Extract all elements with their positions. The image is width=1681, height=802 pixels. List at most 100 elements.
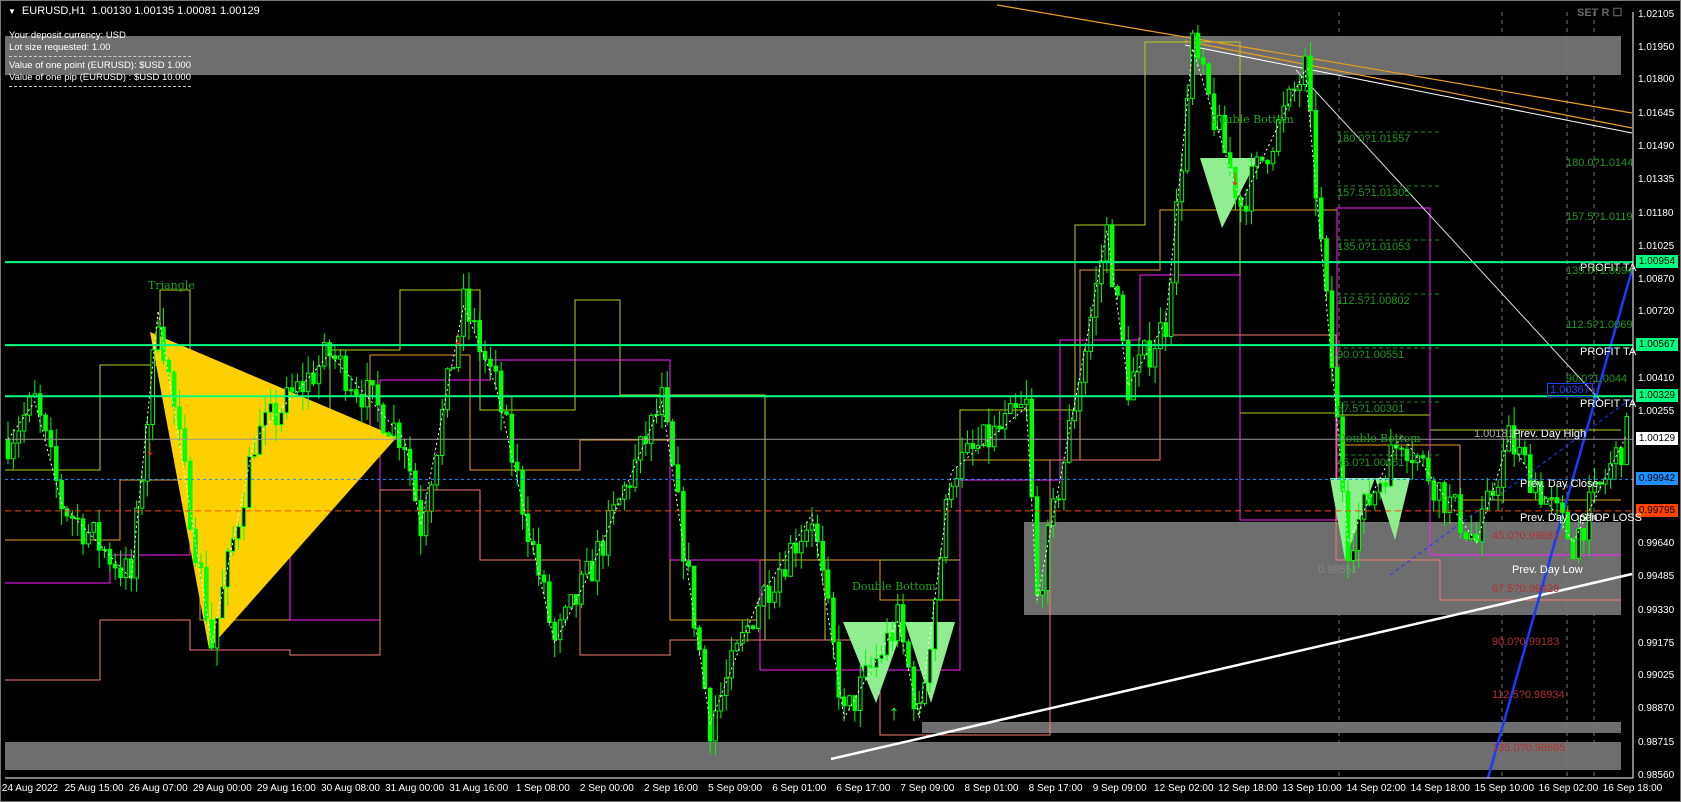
price-tick-label: 1.01335 — [1638, 174, 1675, 186]
time-tick-label: 14 Sep 18:00 — [1410, 783, 1470, 794]
prev-day-close-label: Prev. Day Close — [1520, 478, 1599, 490]
candle-body — [204, 566, 209, 621]
candle-body — [627, 485, 633, 488]
candle-body — [139, 480, 145, 509]
candle-body — [1206, 63, 1211, 95]
fib-level-label: 45.0?0.99681 — [1492, 530, 1560, 542]
time-tick-label: 5 Sep 09:00 — [708, 783, 763, 794]
candle-body — [1463, 531, 1469, 540]
candle-body — [305, 372, 311, 393]
candle-body — [1436, 482, 1442, 501]
candle-body — [1479, 508, 1485, 543]
sell-arrow-icon: ↓ — [1230, 165, 1241, 190]
price-tick-label: 1.00720 — [1638, 306, 1675, 318]
candle-body — [257, 425, 263, 455]
dropdown-triangle-icon[interactable]: ▼ — [8, 7, 16, 16]
price-marker-label: 1.00129 — [1636, 432, 1678, 446]
candle-body — [740, 632, 745, 644]
candle-body — [1410, 459, 1415, 464]
profit-target-label: PROFIT TA — [1580, 398, 1637, 410]
candle-body — [332, 355, 338, 360]
time-tick-label: 29 Aug 16:00 — [256, 783, 316, 794]
price-tick-label: 1.01025 — [1638, 240, 1675, 252]
time-tick-label: 25 Aug 15:00 — [64, 783, 124, 794]
time-tick-label: 8 Sep 01:00 — [964, 783, 1019, 794]
price-marker-label: 1.00954 — [1636, 255, 1678, 269]
candle-body — [1452, 494, 1458, 498]
set-r-toggle[interactable]: SET R ☐ — [1577, 6, 1622, 19]
candle-body — [284, 387, 290, 414]
price-marker-label: 1.00567 — [1636, 338, 1678, 352]
candle-body — [1115, 286, 1120, 296]
candle-body — [1254, 156, 1260, 167]
candle-body — [112, 563, 118, 569]
candle-body — [91, 522, 97, 533]
candle-body — [1345, 490, 1351, 561]
candle-body — [541, 574, 547, 583]
candle-body — [1125, 340, 1131, 401]
fib-level-label: 67.5?1.00301 — [1337, 403, 1405, 415]
candle-body — [847, 695, 852, 707]
fib-level-label: 90.0?0.99183 — [1492, 636, 1560, 648]
candle-body — [707, 687, 713, 742]
deposit-currency: Your deposit currency: USD — [9, 30, 126, 41]
candle-body — [584, 560, 590, 575]
candle-body — [53, 446, 59, 481]
candle-body — [970, 443, 976, 449]
time-tick-label: 2 Sep 00:00 — [579, 783, 634, 794]
price-tick-label: 0.99485 — [1638, 571, 1675, 583]
fib-level-label: 180.0?1.0144 — [1566, 157, 1634, 169]
candle-body — [1265, 159, 1270, 165]
candle-body — [343, 355, 348, 391]
candle-body — [681, 491, 686, 562]
pip-value: Value of one pip (EURUSD) : $USD 10.000 — [9, 71, 191, 83]
candle-body — [1297, 84, 1303, 91]
price-tick-label: 0.99175 — [1638, 637, 1675, 649]
candle-body — [150, 349, 156, 426]
candle-body — [943, 499, 949, 558]
candle-body — [1399, 447, 1404, 450]
candle-body — [547, 581, 552, 623]
candle-body — [595, 540, 600, 582]
price-chart[interactable]: ↓ ↓ ↓ ↑ — [0, 0, 1681, 802]
candle-body — [166, 359, 172, 373]
lot-size: Lot size requested: 1.00 — [9, 41, 111, 53]
candle-body — [386, 432, 391, 437]
candle-body — [86, 531, 91, 545]
candle-body — [927, 648, 933, 684]
candle-body — [1243, 205, 1249, 212]
candle-body — [557, 619, 563, 641]
candle-body — [879, 654, 884, 660]
time-tick-label: 29 Aug 00:00 — [192, 783, 252, 794]
candle-body — [959, 452, 965, 480]
candle-body — [611, 504, 616, 512]
candle-body — [1447, 496, 1453, 513]
candle-body — [354, 389, 359, 396]
candle-body — [198, 562, 204, 568]
candle-body — [1029, 398, 1035, 498]
double-bottom-label: Double Bottom — [1210, 113, 1294, 126]
profit-target-label: PROFIT TA — [1580, 346, 1637, 358]
candle-body — [632, 459, 638, 488]
candle-body — [1361, 493, 1367, 520]
candle-body — [450, 367, 456, 370]
candle-body — [123, 558, 129, 579]
time-tick-label: 30 Aug 08:00 — [321, 783, 380, 794]
double-bottom-label: Double Bottom — [1337, 432, 1421, 445]
price-tick-label: 1.01180 — [1638, 207, 1674, 219]
price-tick-label: 0.99640 — [1638, 538, 1675, 550]
candle-body — [1013, 403, 1018, 408]
candle-body — [675, 464, 681, 493]
candle-body — [1056, 498, 1061, 501]
price-tick-label: 1.00410 — [1638, 372, 1675, 384]
time-tick-label: 12 Sep 02:00 — [1154, 783, 1214, 794]
time-tick-label: 2 Sep 16:00 — [644, 783, 698, 794]
candle-body — [268, 402, 273, 413]
candle-body — [772, 591, 777, 603]
candle-body — [252, 453, 257, 458]
fib-level-label: 90.0?1.00551 — [1337, 349, 1405, 361]
candle-body — [1093, 283, 1099, 318]
candle-body — [1249, 165, 1254, 212]
time-tick-label: 16 Sep 02:00 — [1538, 783, 1599, 794]
candle-body — [16, 430, 22, 444]
